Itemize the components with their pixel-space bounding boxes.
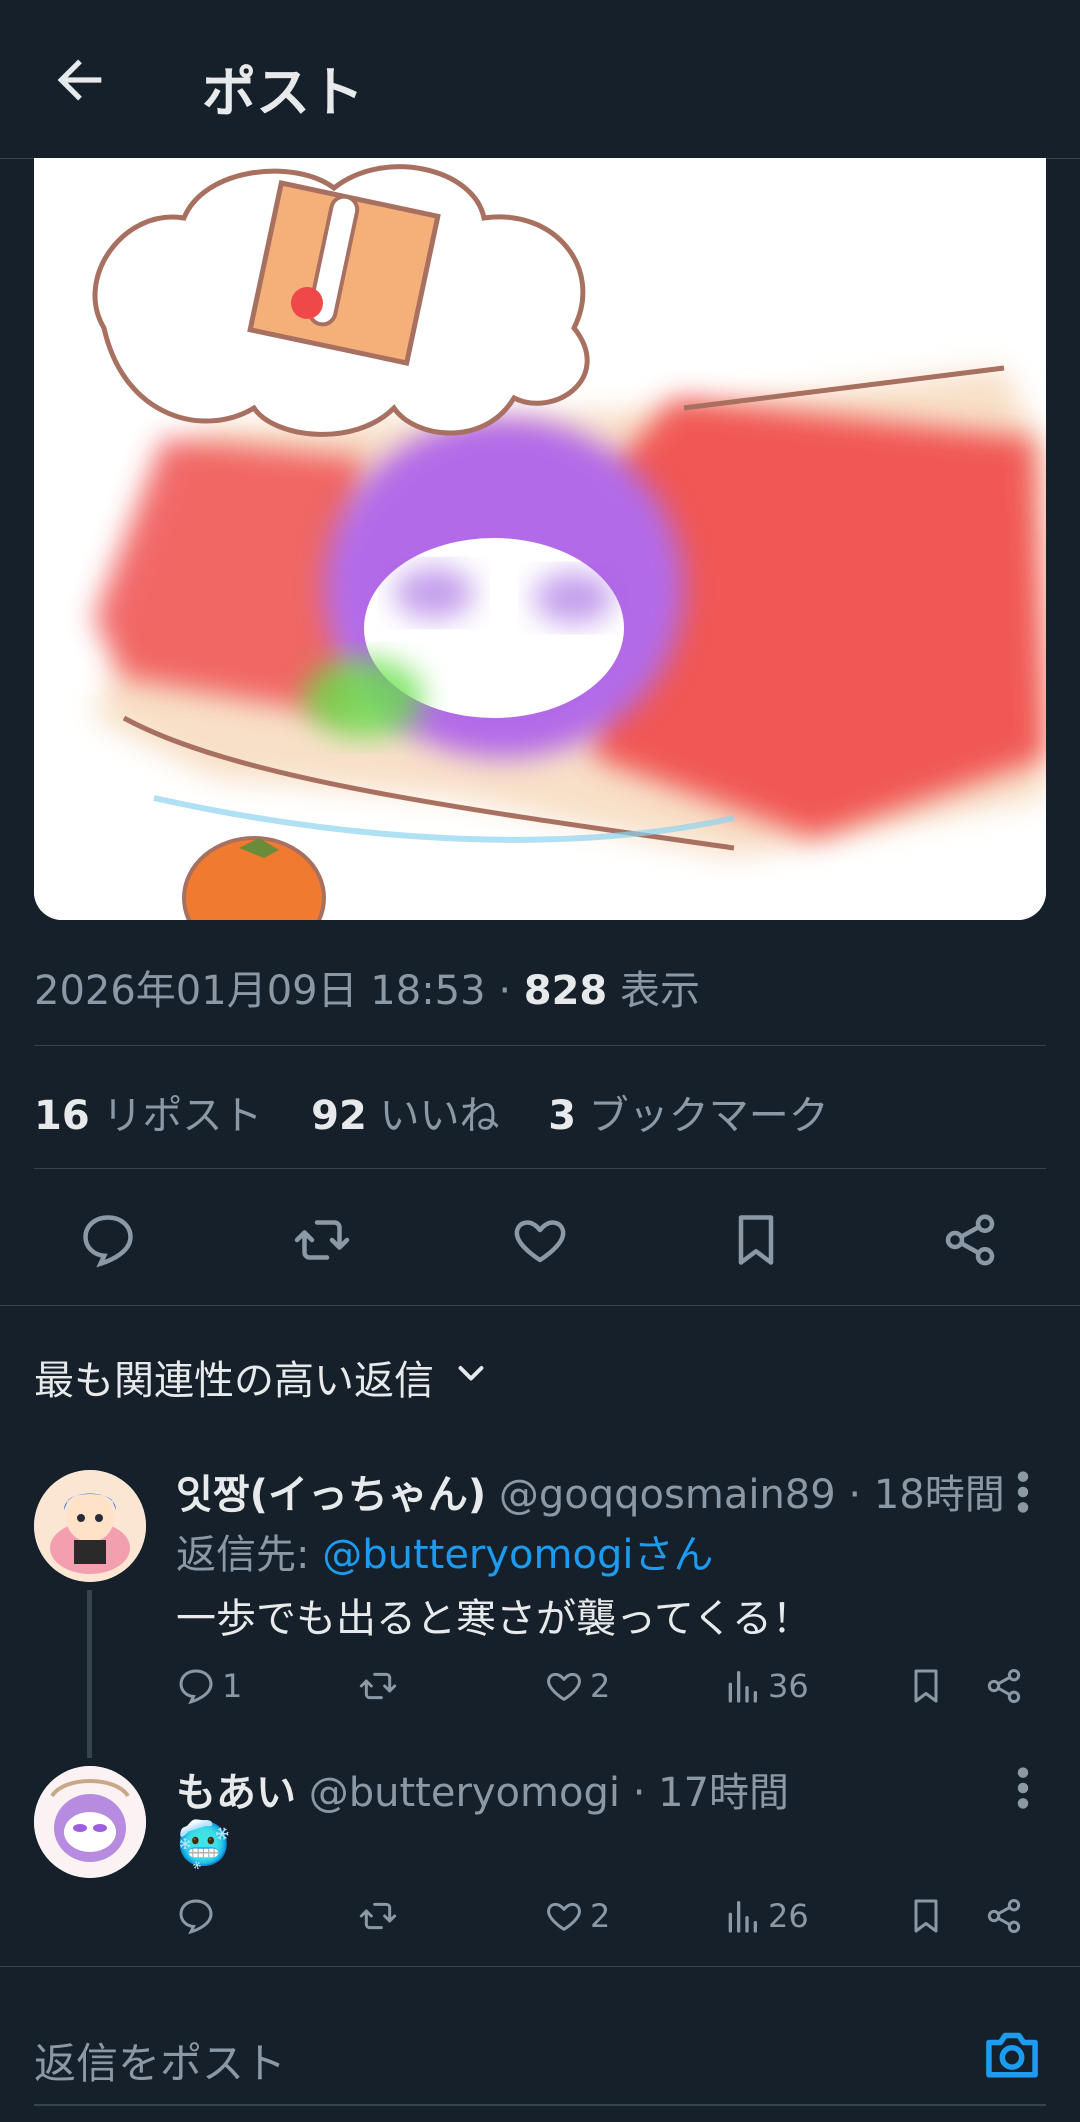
reply-header: もあい @butteryomogi · 17時間 bbox=[176, 1760, 789, 1818]
composer-underline bbox=[34, 2104, 1046, 2106]
more-options-icon[interactable] bbox=[1016, 1766, 1030, 1810]
avatar-image bbox=[34, 1766, 146, 1878]
reply-author-handle[interactable]: @butteryomogi bbox=[309, 1770, 620, 1816]
repost-icon bbox=[359, 1902, 397, 1930]
repost-label[interactable]: リポスト bbox=[102, 1093, 262, 1139]
divider bbox=[34, 1168, 1046, 1169]
share-icon[interactable] bbox=[940, 1210, 1000, 1270]
page-title: ポスト bbox=[202, 61, 364, 124]
reply-bookmark-button[interactable] bbox=[906, 1662, 946, 1710]
reply-author-name[interactable]: もあい bbox=[176, 1770, 296, 1816]
post-stats: 16 リポスト 92 いいね 3 ブックマーク bbox=[34, 1083, 829, 1141]
divider bbox=[0, 1305, 1080, 1306]
reply-share-button[interactable] bbox=[984, 1662, 1024, 1710]
comment-count: 1 bbox=[222, 1667, 243, 1705]
reply-time[interactable]: 17時間 bbox=[658, 1770, 789, 1816]
illustration bbox=[34, 158, 1046, 920]
thread-connector bbox=[87, 1590, 92, 1758]
like-count: 2 bbox=[590, 1667, 611, 1705]
reply-to-handle[interactable]: @butteryomogiさん bbox=[322, 1532, 713, 1578]
reply-text: 一歩でも出ると寒さが襲ってくる！ bbox=[176, 1596, 812, 1642]
back-arrow-icon[interactable] bbox=[48, 48, 112, 112]
more-options-icon[interactable] bbox=[1016, 1470, 1030, 1514]
chevron-down-icon[interactable] bbox=[453, 1356, 489, 1392]
bookmark-icon[interactable] bbox=[726, 1210, 786, 1270]
analytics-icon bbox=[728, 1671, 757, 1703]
post-meta: 2026年01月09日 18:53 · 828 表示 bbox=[34, 958, 700, 1016]
camera-icon[interactable] bbox=[982, 2026, 1042, 2082]
like-icon bbox=[547, 1902, 581, 1931]
view-count: 36 bbox=[768, 1667, 809, 1705]
view-label: 表示 bbox=[619, 968, 700, 1014]
reply-to-line: 返信先: @butteryomogiさん bbox=[176, 1522, 713, 1580]
bookmark-icon bbox=[914, 1899, 938, 1933]
bookmark-icon bbox=[914, 1669, 938, 1703]
reply-author-handle[interactable]: @goqqosmain89 bbox=[499, 1472, 836, 1518]
reply-comment-button[interactable]: 1 bbox=[176, 1662, 242, 1710]
analytics-icon bbox=[728, 1901, 757, 1933]
like-label[interactable]: いいね bbox=[380, 1093, 500, 1139]
reply-like-button[interactable]: 2 bbox=[544, 1892, 610, 1940]
meta-separator: · bbox=[498, 968, 512, 1014]
bookmark-label[interactable]: ブックマーク bbox=[589, 1093, 829, 1139]
reply-bookmark-button[interactable] bbox=[906, 1892, 946, 1940]
repost-count[interactable]: 16 bbox=[34, 1093, 90, 1139]
reply-repost-button[interactable] bbox=[358, 1892, 398, 1940]
reply-separator: · bbox=[632, 1770, 646, 1816]
reply-share-button[interactable] bbox=[984, 1892, 1024, 1940]
reply-views-button[interactable]: 36 bbox=[722, 1662, 809, 1710]
reply-sort-label[interactable]: 最も関連性の高い返信 bbox=[34, 1348, 434, 1406]
bookmark-count[interactable]: 3 bbox=[548, 1093, 576, 1139]
like-count[interactable]: 92 bbox=[311, 1093, 367, 1139]
like-icon[interactable] bbox=[510, 1210, 570, 1270]
reply-repost-button[interactable] bbox=[358, 1662, 398, 1710]
view-count: 26 bbox=[768, 1897, 809, 1935]
top-bar: ポスト bbox=[0, 0, 1080, 159]
share-icon bbox=[987, 1899, 1021, 1933]
avatar[interactable] bbox=[34, 1470, 146, 1582]
reply-icon bbox=[179, 1669, 213, 1705]
reply-views-button[interactable]: 26 bbox=[722, 1892, 809, 1940]
reply-comment-button[interactable] bbox=[176, 1892, 216, 1940]
avatar-image bbox=[34, 1470, 146, 1582]
post-image[interactable] bbox=[34, 158, 1046, 920]
post-timestamp: 2026年01月09日 18:53 bbox=[34, 968, 486, 1014]
reply-header: 잇짱(イっちゃん) @goqqosmain89 · 18時間 bbox=[176, 1462, 1005, 1520]
reply-time[interactable]: 18時間 bbox=[874, 1472, 1005, 1518]
reply-icon bbox=[179, 1899, 213, 1935]
like-count: 2 bbox=[590, 1897, 611, 1935]
reply-separator: · bbox=[848, 1472, 862, 1518]
reply-composer-input[interactable]: 返信をポスト bbox=[34, 2030, 286, 2091]
reply-author-name[interactable]: 잇짱(イっちゃん) bbox=[176, 1472, 486, 1518]
repost-icon bbox=[359, 1672, 397, 1700]
reply-like-button[interactable]: 2 bbox=[544, 1662, 610, 1710]
reply-icon[interactable] bbox=[78, 1210, 138, 1270]
post-action-bar bbox=[0, 1182, 1080, 1294]
view-count: 828 bbox=[523, 968, 608, 1014]
reply-to-prefix: 返信先: bbox=[176, 1532, 310, 1578]
like-icon bbox=[547, 1672, 581, 1701]
share-icon bbox=[987, 1669, 1021, 1703]
divider bbox=[34, 1045, 1046, 1046]
divider bbox=[0, 1966, 1080, 1967]
avatar[interactable] bbox=[34, 1766, 146, 1878]
repost-icon[interactable] bbox=[292, 1210, 352, 1270]
reply-text: 🥶 bbox=[176, 1819, 231, 1870]
